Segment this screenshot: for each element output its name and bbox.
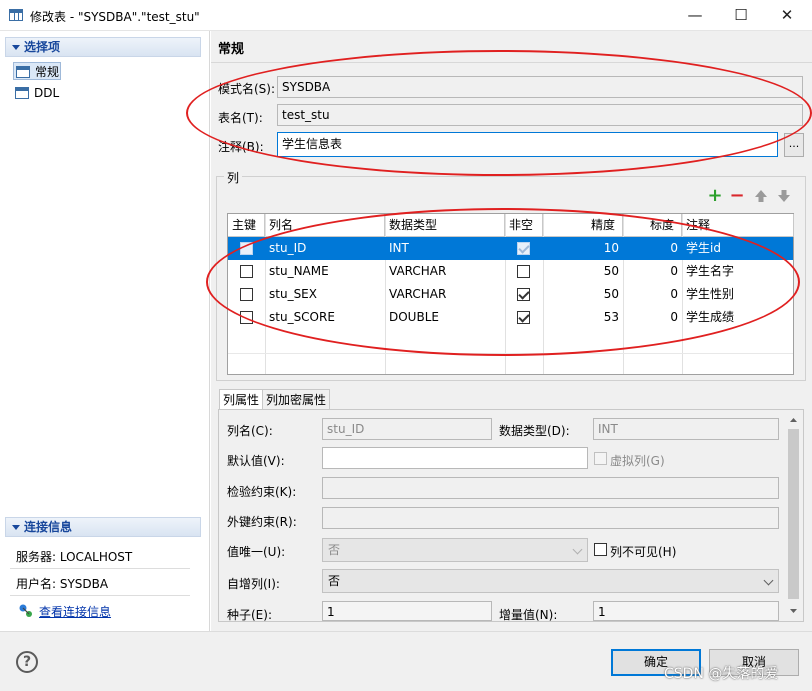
server-info: 服务器: LOCALHOST <box>16 550 133 564</box>
unique-label: 值唯一(U): <box>227 545 286 559</box>
minimize-button[interactable]: — <box>672 0 718 31</box>
divider <box>10 595 190 596</box>
watermark: CSDN @失落的爱 <box>664 666 779 682</box>
section-title: 常规 <box>218 42 245 57</box>
connection-section-header[interactable]: 连接信息 <box>5 517 201 537</box>
nav-item-general[interactable]: 常规 <box>13 62 61 80</box>
properties-scrollbar[interactable] <box>785 411 802 621</box>
table-header-pk[interactable]: 主键 <box>228 214 265 237</box>
check-constraint-field <box>322 477 779 499</box>
left-panel: 选择项 常规 DDL 连接信息 服务器: LOCALHOST 用户名: SYSD… <box>0 31 210 631</box>
foreign-key-field <box>322 507 779 529</box>
increment-field[interactable]: 1 <box>593 601 779 621</box>
datatype-field: INT <box>593 418 779 440</box>
nav-item-label: 常规 <box>35 65 60 79</box>
maximize-button[interactable]: ☐ <box>718 0 764 31</box>
seed-label: 种子(E): <box>227 608 272 622</box>
columns-group-label: 列 <box>224 169 243 186</box>
colname-field: stu_ID <box>322 418 492 440</box>
nav-item-label: DDL <box>34 86 60 100</box>
view-connection-link[interactable]: 查看连接信息 <box>39 603 111 620</box>
remove-column-icon[interactable]: − <box>729 187 745 205</box>
close-button[interactable]: ✕ <box>764 0 810 31</box>
virtual-checkbox[interactable] <box>594 452 607 465</box>
user-info: 用户名: SYSDBA <box>16 577 109 591</box>
default-label: 默认值(V): <box>227 454 285 468</box>
table-icon <box>9 9 23 21</box>
unique-value: 否 <box>328 543 341 557</box>
annotation-oval-general <box>186 50 812 176</box>
invisible-checkbox[interactable] <box>594 543 607 556</box>
default-field[interactable] <box>322 447 588 469</box>
check-constraint-label: 检验约束(K): <box>227 485 297 499</box>
ddl-icon <box>15 87 29 99</box>
help-icon[interactable]: ? <box>16 651 38 673</box>
invisible-label: 列不可见(H) <box>610 545 677 559</box>
autoinc-label: 自增列(I): <box>227 577 280 591</box>
annotation-oval-columns <box>206 208 800 356</box>
connection-info-icon <box>18 603 33 618</box>
chevron-down-icon <box>763 575 774 586</box>
foreign-key-label: 外键约束(R): <box>227 515 297 529</box>
tab-column-encryption[interactable]: 列加密属性 <box>262 389 331 410</box>
unique-select: 否 <box>322 538 588 562</box>
chevron-down-icon <box>572 544 583 555</box>
title-bar: 修改表 - "SYSDBA"."test_stu" — ☐ ✕ <box>0 0 812 31</box>
divider <box>10 568 190 569</box>
datatype-label: 数据类型(D): <box>499 424 570 438</box>
move-up-icon[interactable] <box>753 189 769 205</box>
colname-label: 列名(C): <box>227 424 273 438</box>
window-title: 修改表 - "SYSDBA"."test_stu" <box>30 10 200 24</box>
add-column-icon[interactable]: + <box>707 187 723 205</box>
seed-field[interactable]: 1 <box>322 601 492 621</box>
virtual-label: 虚拟列(G) <box>610 454 665 468</box>
autoinc-value: 否 <box>328 574 341 588</box>
increment-label: 增量值(N): <box>499 608 558 622</box>
table-icon <box>16 66 30 78</box>
nav-item-ddl[interactable]: DDL <box>13 84 73 102</box>
select-section-header[interactable]: 选择项 <box>5 37 201 57</box>
autoinc-select[interactable]: 否 <box>322 569 779 593</box>
move-down-icon[interactable] <box>776 189 792 205</box>
tab-column-props[interactable]: 列属性 <box>219 389 264 410</box>
